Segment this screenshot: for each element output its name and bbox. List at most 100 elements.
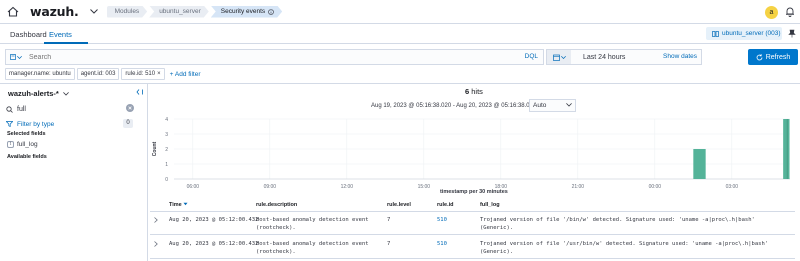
filter-bar: manager.name: ubuntu agent.id: 003 rule.… [5,68,201,80]
hits-counter: 6 hits [465,87,483,96]
filter-pill-label: agent.id: 003 [80,71,116,77]
table-header: Time rule.description rule.level rule.id… [150,200,795,212]
calendar-icon [552,54,560,61]
chevron-down-icon [16,55,22,59]
selected-fields-heading: Selected fields [7,131,46,137]
date-range-label: Aug 19, 2023 @ 05:16:38.020 - Aug 20, 20… [371,103,537,109]
interval-value: Auto [533,102,547,109]
histogram-chart: 0123406:00 09:00 12:00 15:00 18:00 21:00 00:00… [152,117,790,190]
cell-time: Aug 20, 2023 @ 05:12:00.432 [169,241,259,247]
table-row: Aug 20, 2023 @ 05:12:00.432 Host-based a… [150,236,795,259]
chevron-down-icon [566,103,572,107]
tab-bar: Dashboard Events [0,24,800,44]
filter-pill-label: manager.name: ubuntu [9,71,71,77]
chevron-down-icon [560,55,566,59]
pin-icon [788,29,796,38]
tab-events[interactable]: Events [49,30,72,39]
x-tick-label: 03:00 [726,184,739,190]
table-row: Aug 20, 2023 @ 05:12:00.432 Host-based a… [150,212,795,235]
filter-pill-manager-name[interactable]: manager.name: ubuntu [5,68,75,80]
hits-count: 6 [465,87,470,96]
y-axis-title: Count [152,141,158,156]
breadcrumb-security-events: Security events [211,6,282,18]
breadcrumb-current-label: Security events [220,7,266,15]
field-item-full-log[interactable]: t full_log [7,141,38,148]
chevron-down-icon [89,9,98,14]
pin-agent-button[interactable] [788,29,796,40]
field-name: full_log [17,141,38,148]
refresh-label: Refresh [765,53,791,61]
x-tick-label: 06:00 [187,184,200,190]
column-header-level[interactable]: rule.level [387,202,411,208]
breadcrumb-modules[interactable]: Modules [107,6,148,18]
chevron-right-icon [154,241,158,247]
rule-id-link[interactable]: 510 [437,216,447,224]
menu-toggle-button[interactable] [87,9,101,14]
y-tick-label: 2 [165,147,168,153]
interval-select[interactable]: Auto [529,99,576,112]
query-options-button[interactable] [5,49,25,65]
x-tick-label: 21:00 [572,184,585,190]
column-header-description[interactable]: rule.description [256,202,297,208]
expand-row-button[interactable] [154,217,158,226]
y-tick-label: 1 [165,162,168,168]
collapse-sidebar-button[interactable] [136,89,143,97]
refresh-button[interactable]: Refresh [748,49,798,65]
filter-by-type-button[interactable]: Filter by type 0 [6,118,134,130]
date-picker: Last 24 hours Show dates [546,49,702,65]
filter-icon [6,121,13,127]
cell-full-log: Trojaned version of file '/bin/w' detect… [480,217,755,231]
tab-dashboard[interactable]: Dashboard [10,30,47,39]
query-language-button[interactable]: DQL [525,53,538,60]
available-fields-heading: Available fields [7,154,47,160]
x-tick-label: 09:00 [264,184,277,190]
x-tick-label: 12:00 [341,184,354,190]
histogram-bar [693,149,706,179]
agent-icon [712,30,719,37]
field-type-badge: t [7,141,14,148]
search-input[interactable] [25,50,495,64]
notifications-button[interactable] [785,6,795,19]
collapse-icon [136,89,143,95]
column-header-time[interactable]: Time [169,202,188,208]
breadcrumb-agent[interactable]: ubuntu_server [149,6,209,18]
cell-level: 7 [387,217,391,223]
quick-select-button[interactable] [547,50,571,64]
cell-level: 7 [387,241,391,247]
user-avatar[interactable]: a [765,6,778,19]
chevron-down-icon [62,91,69,96]
cell-time: Aug 20, 2023 @ 05:12:00.432 [169,217,259,223]
x-tick-label: 15:00 [418,184,431,190]
column-header-rule-id[interactable]: rule.id [437,202,454,208]
histogram-bar [783,119,790,179]
refresh-icon [756,53,763,60]
close-icon[interactable]: × [157,69,161,79]
home-button[interactable] [2,0,24,24]
clear-search-button[interactable] [126,104,134,112]
filter-pill-rule-id[interactable]: rule.id: 510 × [121,68,165,80]
field-search[interactable]: full [6,102,136,116]
show-dates-button[interactable]: Show dates [663,53,697,60]
column-header-label: Time [169,202,182,208]
time-range-label[interactable]: Last 24 hours [583,54,625,61]
cell-full-log: Trojaned version of file '/usr/bin/w' de… [480,241,769,255]
index-pattern-selector[interactable]: wazuh-alerts-* [8,89,69,98]
field-search-input[interactable]: full [17,106,26,113]
y-tick-label: 4 [165,117,168,123]
filter-by-type-label: Filter by type [17,120,55,128]
add-filter-button[interactable]: + Add filter [170,71,201,78]
filter-count-badge: 0 [123,119,133,128]
hits-label: hits [471,87,483,96]
wazuh-logo[interactable]: wazuh. [30,4,79,19]
search-icon [6,105,13,113]
column-header-full-log[interactable]: full_log [480,202,500,208]
home-icon [7,6,19,17]
filter-pill-agent-id[interactable]: agent.id: 003 [76,68,120,80]
saved-query-icon [9,54,16,60]
expand-row-button[interactable] [154,241,158,250]
x-tick-label: 00:00 [649,184,662,190]
bell-icon [786,7,794,17]
agent-selector-button[interactable]: ubuntu_server (003) [706,27,782,40]
y-tick-label: 0 [165,177,168,183]
rule-id-link[interactable]: 510 [437,240,447,248]
